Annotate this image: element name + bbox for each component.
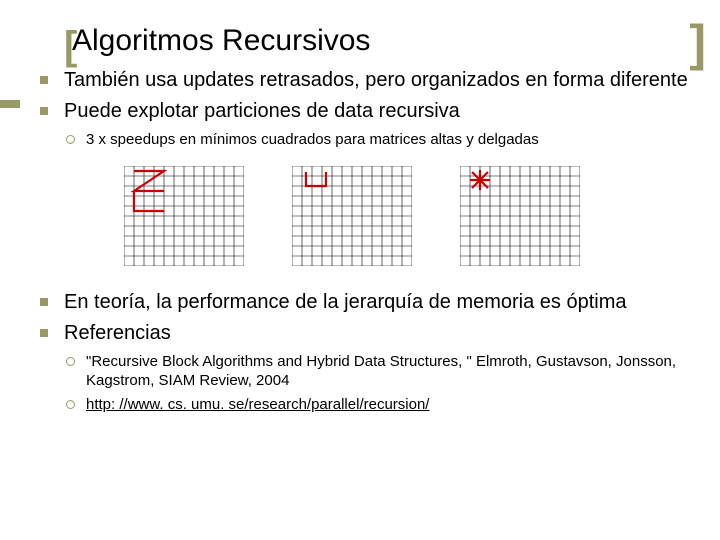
sub-text: 3 x speedups en mínimos cuadrados para m… [86, 131, 539, 148]
accent-bar-left [0, 100, 20, 108]
sub-item: 3 x speedups en mínimos cuadrados para m… [64, 130, 688, 150]
bullet-item: Puede explotar particiones de data recur… [36, 99, 688, 150]
slide-title: Algoritmos Recursivos [72, 24, 370, 58]
sub-list: 3 x speedups en mínimos cuadrados para m… [64, 130, 688, 150]
grid-u [292, 166, 412, 266]
reference-item: "Recursive Block Algorithms and Hybrid D… [64, 352, 688, 391]
bullet-text: También usa updates retrasados, pero org… [64, 69, 688, 91]
reference-link[interactable]: http: //www. cs. umu. se/research/parall… [86, 396, 429, 413]
bullet-item: También usa updates retrasados, pero org… [36, 68, 688, 93]
bullet-text: En teoría, la performance de la jerarquí… [64, 291, 627, 313]
bullet-item: Referencias "Recursive Block Algorithms … [36, 321, 688, 415]
title-row: [ Algoritmos Recursivos ] [72, 24, 688, 58]
bracket-right-icon: ] [689, 18, 706, 68]
slide: [ Algoritmos Recursivos ] También usa up… [0, 0, 720, 540]
bullet-list: También usa updates retrasados, pero org… [36, 68, 688, 150]
bullet-list-2: En teoría, la performance de la jerarquí… [36, 290, 688, 415]
bullet-text: Referencias [64, 322, 171, 344]
grid-z [124, 166, 244, 266]
grid-diagrams [124, 166, 688, 266]
bullet-text: Puede explotar particiones de data recur… [64, 100, 460, 122]
bullet-item: En teoría, la performance de la jerarquí… [36, 290, 688, 315]
references-list: "Recursive Block Algorithms and Hybrid D… [64, 352, 688, 415]
reference-text: "Recursive Block Algorithms and Hybrid D… [86, 353, 676, 390]
bracket-left-icon: [ [64, 26, 77, 66]
grid-star [460, 166, 580, 266]
reference-item: http: //www. cs. umu. se/research/parall… [64, 395, 688, 415]
